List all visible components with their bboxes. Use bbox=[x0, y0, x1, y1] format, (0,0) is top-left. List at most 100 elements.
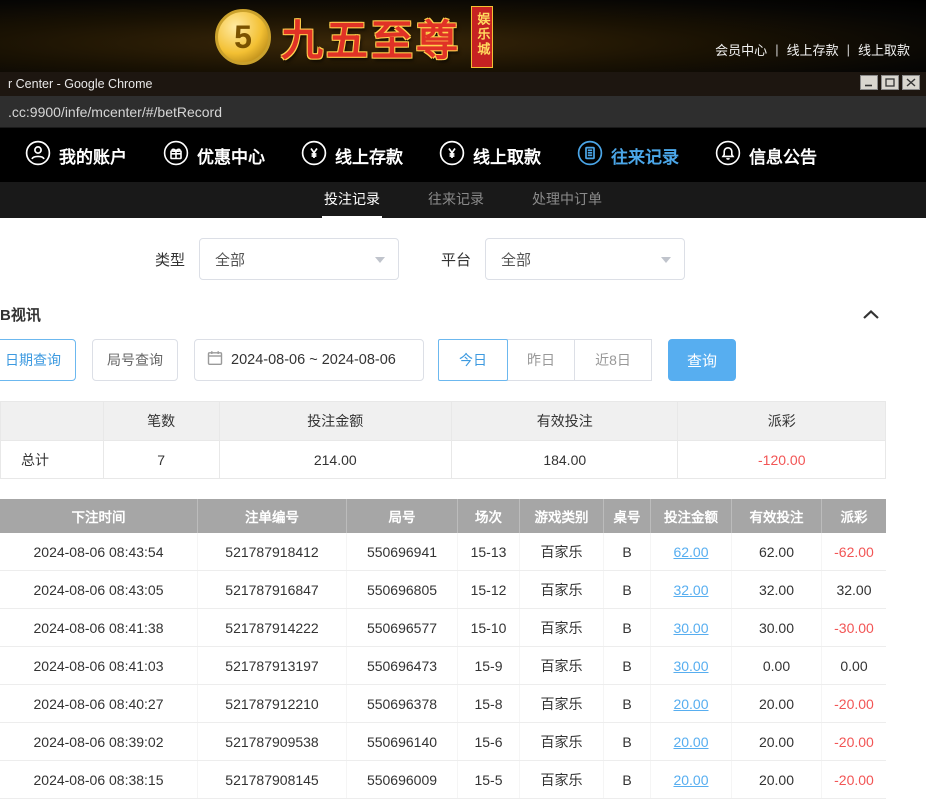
nav-label: 优惠中心 bbox=[197, 143, 265, 168]
game-type-cell: 百家乐 bbox=[520, 533, 604, 570]
bet-time-cell: 2024-08-06 08:43:05 bbox=[0, 571, 198, 608]
quick-date-group: 今日 昨日 近8日 bbox=[438, 339, 652, 381]
section-header: B视讯 bbox=[0, 304, 926, 325]
today-button[interactable]: 今日 bbox=[438, 339, 508, 381]
record-tabs: 投注记录 往来记录 处理中订单 bbox=[0, 182, 926, 218]
bet-amount-link[interactable]: 30.00 bbox=[651, 647, 732, 684]
table-no-cell: B bbox=[604, 647, 651, 684]
order-id-cell: 521787914222 bbox=[198, 609, 347, 646]
member-nav: 我的账户 优惠中心 线上存款 线上取款 bbox=[0, 128, 926, 182]
valid-bet-cell: 0.00 bbox=[732, 647, 822, 684]
chevron-down-icon bbox=[661, 257, 671, 263]
withdraw-icon bbox=[439, 140, 465, 171]
summary-header-valid-bet: 有效投注 bbox=[452, 402, 678, 440]
platform-select[interactable]: 全部 bbox=[485, 238, 685, 280]
nav-label: 往来记录 bbox=[611, 143, 679, 168]
type-select-value: 全部 bbox=[215, 249, 245, 270]
header-bet-amount: 投注金额 bbox=[651, 499, 732, 533]
section-title: B视讯 bbox=[0, 304, 41, 325]
summary-header-count: 笔数 bbox=[104, 402, 220, 440]
last-8-days-button[interactable]: 近8日 bbox=[574, 339, 652, 381]
bet-amount-link[interactable]: 30.00 bbox=[651, 609, 732, 646]
collapse-section-button[interactable] bbox=[862, 309, 880, 320]
platform-filter-label: 平台 bbox=[441, 249, 471, 270]
site-badge: 娱乐城 bbox=[471, 6, 493, 68]
chevron-down-icon bbox=[375, 257, 385, 263]
bet-amount-link[interactable]: 20.00 bbox=[651, 685, 732, 722]
order-id-cell: 521787918412 bbox=[198, 533, 347, 570]
game-type-cell: 百家乐 bbox=[520, 685, 604, 722]
nav-my-account[interactable]: 我的账户 bbox=[12, 140, 140, 171]
payout-cell: -30.00 bbox=[822, 609, 886, 646]
payout-cell: -62.00 bbox=[822, 533, 886, 570]
nav-announcements[interactable]: 信息公告 bbox=[702, 140, 830, 171]
game-type-cell: 百家乐 bbox=[520, 761, 604, 798]
bet-amount-link[interactable]: 20.00 bbox=[651, 761, 732, 798]
type-select[interactable]: 全部 bbox=[199, 238, 399, 280]
window-controls bbox=[860, 75, 920, 90]
bet-amount-link[interactable]: 62.00 bbox=[651, 533, 732, 570]
session-cell: 15-12 bbox=[458, 571, 520, 608]
nav-label: 线上存款 bbox=[335, 143, 403, 168]
address-bar[interactable]: .cc:9900/infe/mcenter/#/betRecord bbox=[8, 104, 222, 120]
valid-bet-cell: 30.00 bbox=[732, 609, 822, 646]
bulletin-icon bbox=[715, 140, 741, 171]
round-id-cell: 550696009 bbox=[347, 761, 458, 798]
round-id-cell: 550696473 bbox=[347, 647, 458, 684]
payout-cell: -20.00 bbox=[822, 685, 886, 722]
browser-toolbar: .cc:9900/infe/mcenter/#/betRecord bbox=[0, 96, 926, 128]
table-row: 2024-08-06 08:43:54 521787918412 5506969… bbox=[0, 533, 886, 571]
user-icon bbox=[25, 140, 51, 171]
tab-processing-orders[interactable]: 处理中订单 bbox=[530, 182, 604, 218]
calendar-icon bbox=[207, 350, 223, 370]
date-range-input[interactable]: 2024-08-06 ~ 2024-08-06 bbox=[194, 339, 424, 381]
game-type-cell: 百家乐 bbox=[520, 647, 604, 684]
nav-promotions[interactable]: 优惠中心 bbox=[150, 140, 278, 171]
header-round-id: 局号 bbox=[347, 499, 458, 533]
game-type-cell: 百家乐 bbox=[520, 723, 604, 760]
nav-online-deposit[interactable]: 线上存款 bbox=[288, 140, 416, 171]
round-query-button[interactable]: 局号查询 bbox=[92, 339, 178, 381]
valid-bet-cell: 32.00 bbox=[732, 571, 822, 608]
summary-count-value: 7 bbox=[104, 441, 220, 478]
bet-time-cell: 2024-08-06 08:40:27 bbox=[0, 685, 198, 722]
round-id-cell: 550696140 bbox=[347, 723, 458, 760]
query-toolbar: 日期查询 局号查询 2024-08-06 ~ 2024-08-06 今日 昨日 … bbox=[0, 339, 926, 381]
bet-amount-link[interactable]: 20.00 bbox=[651, 723, 732, 760]
nav-online-withdraw[interactable]: 线上取款 bbox=[426, 140, 554, 171]
site-banner: 5 九五至尊 娱乐城 会员中心| 线上存款| 线上取款 bbox=[0, 0, 926, 72]
round-id-cell: 550696378 bbox=[347, 685, 458, 722]
member-center-link[interactable]: 会员中心 bbox=[707, 40, 775, 59]
browser-titlebar: r Center - Google Chrome bbox=[0, 72, 926, 96]
valid-bet-cell: 20.00 bbox=[732, 723, 822, 760]
round-id-cell: 550696941 bbox=[347, 533, 458, 570]
session-cell: 15-13 bbox=[458, 533, 520, 570]
platform-select-value: 全部 bbox=[501, 249, 531, 270]
filter-row: 类型 全部 平台 全部 bbox=[155, 238, 926, 280]
bet-amount-link[interactable]: 32.00 bbox=[651, 571, 732, 608]
order-id-cell: 521787913197 bbox=[198, 647, 347, 684]
bet-time-cell: 2024-08-06 08:39:02 bbox=[0, 723, 198, 760]
summary-header-payout: 派彩 bbox=[678, 402, 885, 440]
payout-cell: 0.00 bbox=[822, 647, 886, 684]
summary-valid-bet-value: 184.00 bbox=[452, 441, 678, 478]
game-type-cell: 百家乐 bbox=[520, 571, 604, 608]
search-button[interactable]: 查询 bbox=[668, 339, 736, 381]
table-row: 2024-08-06 08:39:02 521787909538 5506961… bbox=[0, 723, 886, 761]
minimize-button[interactable] bbox=[860, 75, 878, 90]
table-row: 2024-08-06 08:41:38 521787914222 5506965… bbox=[0, 609, 886, 647]
window-title: r Center - Google Chrome bbox=[8, 77, 153, 91]
session-cell: 15-9 bbox=[458, 647, 520, 684]
yesterday-button[interactable]: 昨日 bbox=[507, 339, 575, 381]
online-deposit-link[interactable]: 线上存款 bbox=[779, 40, 847, 59]
close-button[interactable] bbox=[902, 75, 920, 90]
table-row: 2024-08-06 08:41:03 521787913197 5506964… bbox=[0, 647, 886, 685]
summary-total-label: 总计 bbox=[1, 441, 104, 478]
tab-bet-record[interactable]: 投注记录 bbox=[322, 182, 382, 218]
nav-transaction-records[interactable]: 往来记录 bbox=[564, 140, 692, 171]
maximize-button[interactable] bbox=[881, 75, 899, 90]
tab-transaction-record[interactable]: 往来记录 bbox=[426, 182, 486, 218]
date-query-button[interactable]: 日期查询 bbox=[0, 339, 76, 381]
online-withdraw-link[interactable]: 线上取款 bbox=[850, 40, 918, 59]
order-id-cell: 521787909538 bbox=[198, 723, 347, 760]
